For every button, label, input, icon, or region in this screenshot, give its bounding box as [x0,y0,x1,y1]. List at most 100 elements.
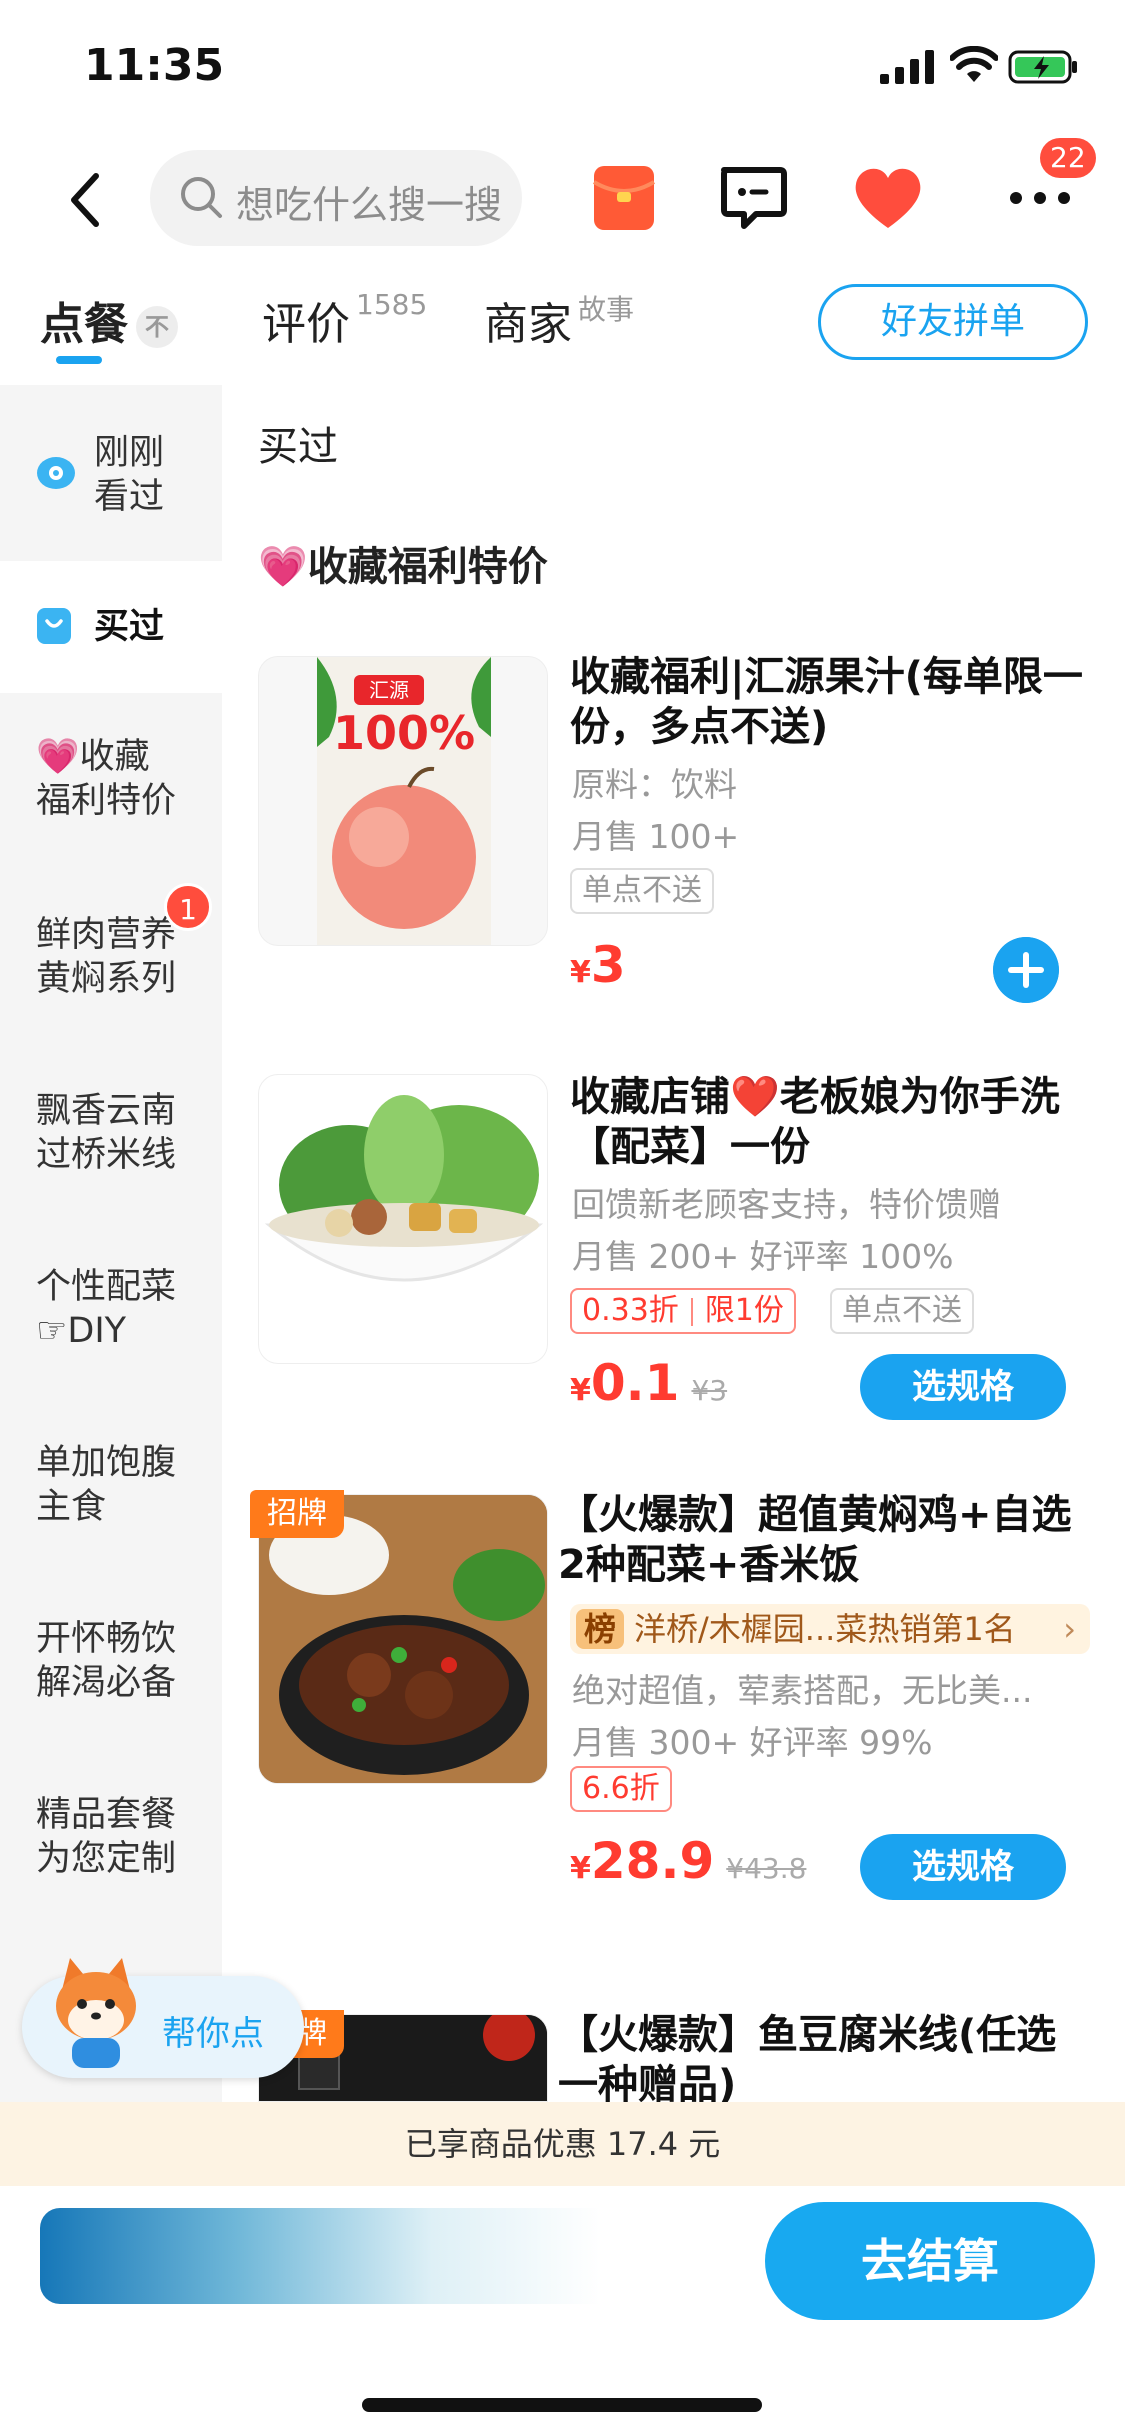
sidebar-label: 看过 [94,477,165,517]
sidebar-item-bought[interactable]: 买过 [0,561,222,693]
sidebar-item-drinks[interactable]: 开怀畅饮 解渴必备 [0,1573,222,1749]
search-placeholder: 想吃什么搜一搜 [236,183,503,227]
status-bar: 11:35 [0,0,1125,140]
rank-badge: 榜 [576,1609,625,1649]
wifi-icon [950,46,998,82]
price-value: 28.9 [590,1832,715,1890]
checkout-button[interactable]: 去结算 [765,2202,1095,2320]
cart-button[interactable] [40,2208,600,2304]
chevron-right-icon: › [1063,1610,1076,1648]
search-icon [181,177,222,218]
discount-tag: 0.33折 限1份 [570,1288,796,1334]
svg-text:汇源: 汇源 [369,678,409,702]
sidebar-label: 买过 [94,607,165,647]
sidebar-label: 主食 [36,1487,107,1527]
sidebar-item-rice-noodle[interactable]: 飘香云南 过桥米线 [0,1045,222,1221]
red-envelope-icon[interactable] [588,160,664,236]
back-icon[interactable] [62,170,112,230]
original-price: ¥43.8 [726,1852,807,1885]
sidebar-label: 福利特价 [36,781,177,821]
favorite-heart-icon[interactable] [850,160,926,236]
tab-order[interactable]: 点餐不 [40,288,178,352]
tab-reviews[interactable]: 评价 1585 [262,288,427,352]
more-badge: 22 [1040,138,1096,178]
shiba-mascot-icon [56,1958,136,2068]
sidebar-item-fav-deals[interactable]: 💗收藏 福利特价 [0,693,222,869]
choose-spec-button[interactable]: 选规格 [860,1834,1066,1900]
vegetable-bowl-image [264,1095,544,1282]
single-not-delivered-tag: 单点不送 [570,868,714,914]
sidebar-label: 飘香云南 [36,1091,177,1131]
product-sales: 月售 200+ 好评率 100% [572,1237,954,1276]
price-value: 3 [590,936,626,994]
friend-group-order-button[interactable]: 好友拼单 [818,284,1088,360]
add-to-cart-icon[interactable] [993,937,1059,1003]
sidebar-label: 个性配菜 [36,1267,177,1307]
sidebar-label: 精品套餐 [36,1795,177,1835]
discount-label: 0.33折 [582,1293,679,1328]
currency-symbol: ¥ [570,1373,591,1408]
discount-tag: 6.6折 [570,1766,672,1812]
product-price: ¥0.1 ¥3 [570,1354,727,1412]
currency-symbol: ¥ [570,1851,591,1886]
sidebar-badge: 1 [164,883,212,931]
battery-charging-icon [1008,50,1077,84]
product-desc: 回馈新老顾客支持，特价馈赠 [572,1185,1001,1224]
juice-carton-image: 汇源 100% [317,657,491,945]
sidebar-item-diy-sides[interactable]: 个性配菜 ☞DIY [0,1221,222,1397]
sidebar-label: 💗收藏 [36,737,150,777]
product-desc: 原料：饮料 [572,765,737,804]
product-sales: 月售 300+ 好评率 99% [572,1723,933,1762]
product-name[interactable]: 收藏福利|汇源果汁(每单限一份，多点不送) [570,652,1090,752]
helper-label: 帮你点 [162,2014,264,2054]
choose-spec-button[interactable]: 选规格 [860,1354,1066,1420]
section-title-fav-deals: 💗收藏福利特价 [258,544,548,590]
sidebar-label: 开怀畅饮 [36,1619,177,1659]
signal-icon [880,50,934,84]
search-bar[interactable]: 想吃什么搜一搜 [150,150,522,246]
eye-icon [37,457,75,489]
home-indicator [362,2398,762,2412]
pin-icon[interactable]: 不 [136,306,178,348]
status-time: 11:35 [84,40,225,91]
product-image-juice[interactable]: 汇源 100% [258,656,548,946]
sidebar-label: 鲜肉营养 [36,915,177,955]
sidebar-label: 为您定制 [36,1839,177,1879]
tab-merchant[interactable]: 商家 故事 [484,288,634,352]
price-value: 0.1 [590,1354,680,1412]
single-not-delivered-tag: 单点不送 [830,1288,974,1334]
limit-label: 限1份 [704,1293,784,1328]
message-icon[interactable] [714,160,790,236]
discount-notice: 已享商品优惠 17.4 元 [0,2102,1125,2186]
tab-reviews-label: 评价 [262,299,350,350]
sidebar-label: 刚刚 [94,433,165,473]
sidebar-item-recently-viewed[interactable]: 刚刚 看过 [0,385,222,561]
tab-merchant-label: 商家 [484,299,572,350]
product-price: ¥3 [570,936,626,994]
sidebar-item-braised[interactable]: 鲜肉营养 黄焖系列 1 [0,869,222,1045]
sidebar-label: 单加饱腹 [36,1443,177,1483]
sidebar-label: 黄焖系列 [36,959,177,999]
product-sales: 月售 100+ [572,817,740,856]
sidebar-item-combos[interactable]: 精品套餐 为您定制 [0,1749,222,1925]
original-price: ¥3 [691,1374,728,1407]
sidebar-label: 过桥米线 [36,1135,177,1175]
sidebar-item-staples[interactable]: 单加饱腹 主食 [0,1397,222,1573]
currency-symbol: ¥ [570,955,591,990]
svg-text:100%: 100% [333,706,475,760]
product-image-veggies[interactable] [258,1074,548,1364]
product-name[interactable]: 【火爆款】超值黄焖鸡+自选2种配菜+香米饭 [558,1490,1078,1590]
signature-ribbon: 招牌 [250,1490,344,1538]
section-title-bought: 买过 [258,424,338,470]
product-name[interactable]: 收藏店铺❤️老板娘为你手洗【配菜】一份 [570,1072,1090,1172]
product-desc: 绝对超值，荤素搭配，无比美... [572,1671,1033,1710]
reviews-count: 1585 [356,288,428,321]
tab-order-label: 点餐 [40,299,128,350]
shopping-bag-icon [37,608,71,644]
product-name[interactable]: 【火爆款】鱼豆腐米线(任选一种赠品) [558,2010,1078,2102]
merchant-story-label: 故事 [578,293,635,326]
product-price: ¥28.9 ¥43.8 [570,1832,806,1890]
tab-indicator [56,356,102,364]
sidebar-label: 解渴必备 [36,1663,177,1703]
hot-sales-rank[interactable]: 榜洋桥/木樨园...菜热销第1名 › [570,1604,1090,1654]
